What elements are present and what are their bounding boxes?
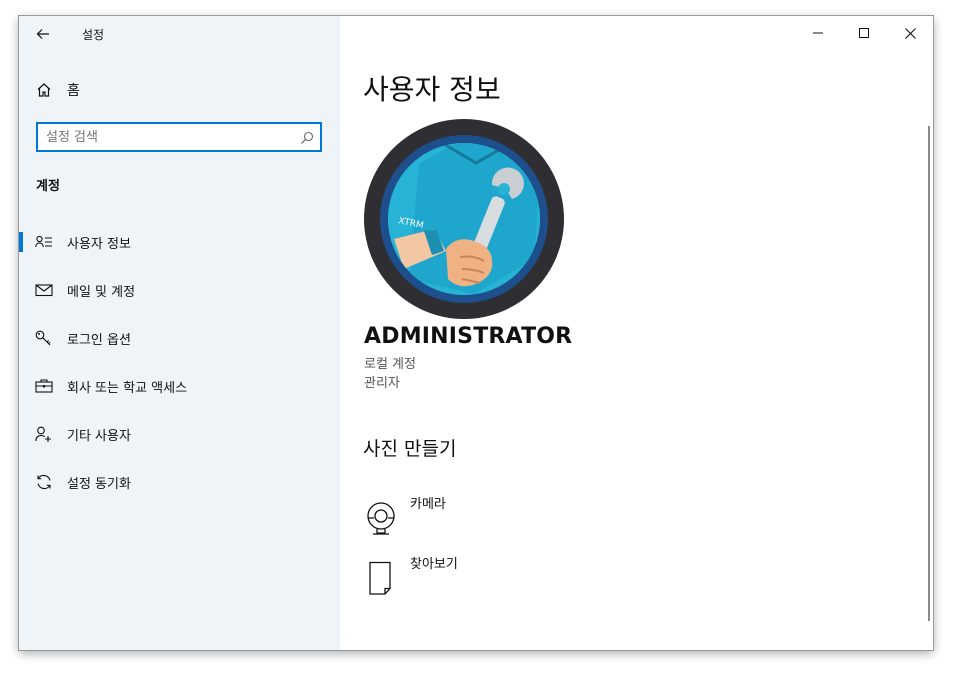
photo-heading: 사진 만들기	[363, 438, 457, 460]
sidebar-item-home[interactable]: 홈	[35, 79, 80, 101]
search-input[interactable]	[46, 128, 286, 146]
user-role: 관리자	[364, 376, 400, 391]
user-name: ADMINISTRATOR	[364, 324, 573, 349]
sidebar-item-user-info[interactable]: 사용자 정보	[19, 222, 340, 262]
sync-icon	[35, 474, 53, 490]
account-type: 로컬 계정	[364, 357, 416, 372]
scrollbar[interactable]	[928, 126, 930, 621]
settings-window: 설정 홈 계정 사용자 정보 메일 및 계정	[19, 16, 933, 650]
mail-icon	[35, 282, 53, 298]
home-icon	[35, 81, 53, 99]
camera-option[interactable]: 카메라	[364, 493, 624, 537]
sidebar-item-label: 기타 사용자	[67, 429, 131, 444]
sidebar: 설정 홈 계정 사용자 정보 메일 및 계정	[19, 16, 340, 650]
sidebar-item-other-users[interactable]: 기타 사용자	[19, 414, 340, 454]
sidebar-item-sync-settings[interactable]: 설정 동기화	[19, 462, 340, 502]
window-title: 설정	[82, 28, 105, 42]
browse-file-icon	[364, 561, 398, 597]
window-controls	[795, 16, 933, 50]
minimize-icon[interactable]	[795, 16, 841, 50]
browse-label: 찾아보기	[410, 557, 458, 572]
avatar: XTRM	[364, 119, 564, 319]
sidebar-item-label: 설정 동기화	[67, 477, 131, 492]
sidebar-item-label: 메일 및 계정	[67, 285, 136, 300]
sidebar-item-label: 회사 또는 학교 액세스	[67, 381, 188, 396]
selection-indicator	[19, 232, 23, 252]
section-heading: 계정	[36, 179, 60, 194]
camera-label: 카메라	[410, 497, 446, 512]
sidebar-item-label: 로그인 옵션	[67, 333, 131, 348]
search-field[interactable]	[36, 122, 322, 152]
sidebar-item-mail[interactable]: 메일 및 계정	[19, 270, 340, 310]
home-label: 홈	[67, 83, 80, 99]
page-title: 사용자 정보	[363, 73, 501, 106]
browse-option[interactable]: 찾아보기	[364, 553, 624, 597]
briefcase-icon	[35, 378, 53, 394]
search-icon[interactable]	[300, 130, 314, 144]
sidebar-item-work-school[interactable]: 회사 또는 학교 액세스	[19, 366, 340, 406]
user-info-icon	[35, 234, 53, 250]
sidebar-item-label: 사용자 정보	[67, 237, 131, 252]
main-content: 사용자 정보 XTRM ADMINISTRATOR 로컬 계정 관리자 사진 만…	[340, 16, 933, 650]
back-arrow-icon[interactable]	[35, 26, 51, 42]
sidebar-item-sign-in-options[interactable]: 로그인 옵션	[19, 318, 340, 358]
close-icon[interactable]	[887, 16, 933, 50]
camera-icon	[364, 501, 398, 537]
maximize-icon[interactable]	[841, 16, 887, 50]
add-user-icon	[35, 426, 53, 442]
key-icon	[35, 330, 53, 346]
